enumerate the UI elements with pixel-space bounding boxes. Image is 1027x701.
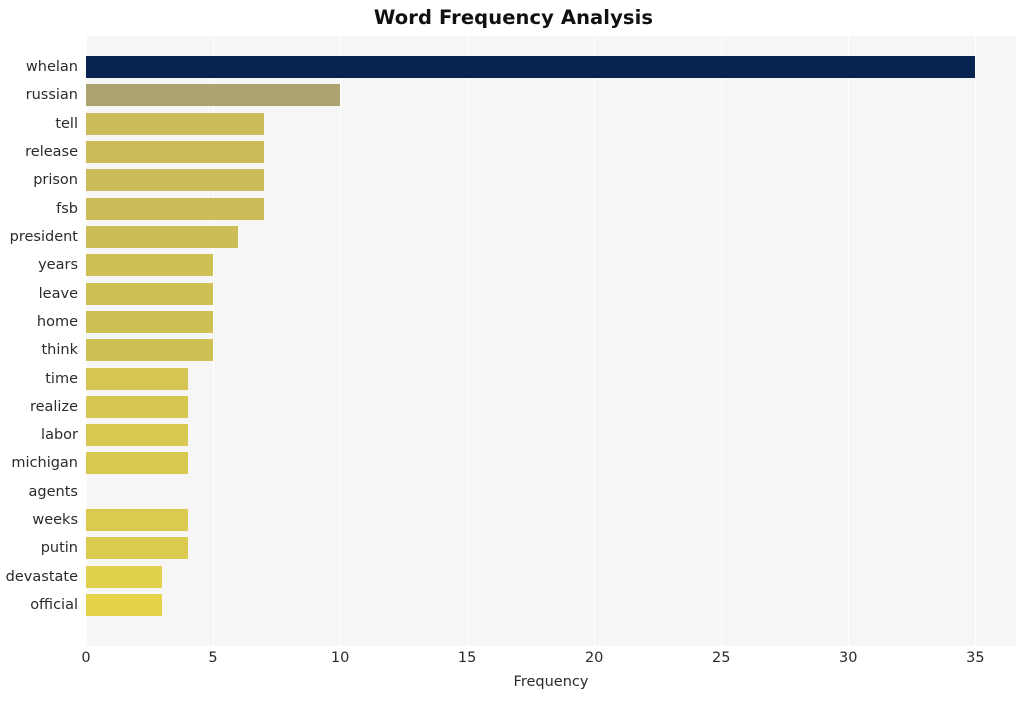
x-axis-tick-label: 30 [839, 650, 858, 666]
x-axis-tick-label: 35 [966, 650, 985, 666]
x-axis-label: Frequency [513, 674, 589, 690]
y-axis-tick-label: agents [28, 483, 78, 500]
y-axis-tick-label: fsb [56, 200, 78, 217]
bar[interactable] [86, 197, 264, 220]
bar-row[interactable] [86, 169, 1016, 192]
bar[interactable] [86, 395, 188, 418]
bar[interactable] [86, 112, 264, 135]
bar[interactable] [86, 509, 188, 532]
y-axis-tick-label: time [45, 370, 78, 387]
y-axis-tick-label: years [38, 257, 78, 274]
y-axis-tick-label: michigan [11, 455, 78, 472]
bar-row[interactable] [86, 537, 1016, 560]
bar-row[interactable] [86, 395, 1016, 418]
bar-row[interactable] [86, 339, 1016, 362]
bar-row[interactable] [86, 565, 1016, 588]
y-axis-tick-label: president [9, 228, 78, 245]
x-axis-tick-label: 15 [457, 650, 477, 666]
bar[interactable] [86, 310, 214, 333]
bar[interactable] [86, 282, 214, 305]
bar[interactable] [86, 254, 214, 277]
x-axis-tick-label: 20 [584, 650, 604, 666]
bar-row[interactable] [86, 593, 1016, 616]
bar-row[interactable] [86, 452, 1016, 475]
y-axis-tick-label: whelan [25, 59, 78, 76]
bar-row[interactable] [86, 197, 1016, 220]
y-axis-tick-label: official [30, 596, 78, 613]
bar[interactable] [86, 593, 163, 616]
bar-row[interactable] [86, 310, 1016, 333]
bar[interactable] [86, 565, 163, 588]
bar[interactable] [86, 367, 188, 390]
y-axis-tick-label: prison [33, 172, 78, 189]
bar[interactable] [86, 56, 976, 79]
bar-row[interactable] [86, 254, 1016, 277]
y-axis-tick-label: home [36, 313, 78, 330]
x-axis-tick-label: 5 [208, 650, 218, 666]
chart-title: Word Frequency Analysis [373, 6, 654, 29]
bar-row[interactable] [86, 424, 1016, 447]
y-axis-tick-label: release [25, 144, 78, 161]
y-axis-tick-label: labor [41, 427, 78, 444]
bar[interactable] [86, 141, 264, 164]
bar[interactable] [86, 169, 264, 192]
bar[interactable] [86, 84, 341, 107]
y-axis-tick-label: realize [29, 398, 78, 415]
bar[interactable] [86, 225, 239, 248]
y-axis-tick-label: leave [38, 285, 78, 302]
bar-row[interactable] [86, 225, 1016, 248]
bar-row[interactable] [86, 84, 1016, 107]
x-axis-tick-label: 25 [712, 650, 731, 666]
bar[interactable] [86, 452, 188, 475]
bar[interactable] [86, 424, 188, 447]
y-axis-tick-label: think [41, 342, 79, 359]
x-axis-tick-label: 10 [330, 650, 350, 666]
bar[interactable] [86, 339, 214, 362]
x-axis-tick-label: 0 [81, 650, 91, 666]
plot-area [86, 36, 1016, 646]
bar-row[interactable] [86, 282, 1016, 305]
bar-row[interactable] [86, 56, 1016, 79]
bar-row[interactable] [86, 141, 1016, 164]
bar[interactable] [86, 481, 188, 503]
bar-row[interactable] [86, 509, 1016, 532]
bar-row[interactable] [86, 112, 1016, 135]
bar-row[interactable] [86, 481, 1016, 503]
y-axis-tick-label: tell [55, 115, 78, 132]
x-axis-tick-labels: 0 5 10 15 20 25 30 35 [81, 650, 1016, 672]
y-axis-tick-label: devastate [5, 568, 78, 585]
chart-figure: Word Frequency Analysis whelan russian tel… [0, 0, 1027, 701]
y-axis-tick-labels: whelan russian tell release prison fsb preside… [0, 36, 78, 646]
y-axis-tick-label: russian [25, 87, 78, 104]
y-axis-tick-label: weeks [32, 512, 78, 529]
bar[interactable] [86, 537, 188, 560]
y-axis-tick-label: putin [40, 540, 78, 557]
bar-row[interactable] [86, 367, 1016, 390]
